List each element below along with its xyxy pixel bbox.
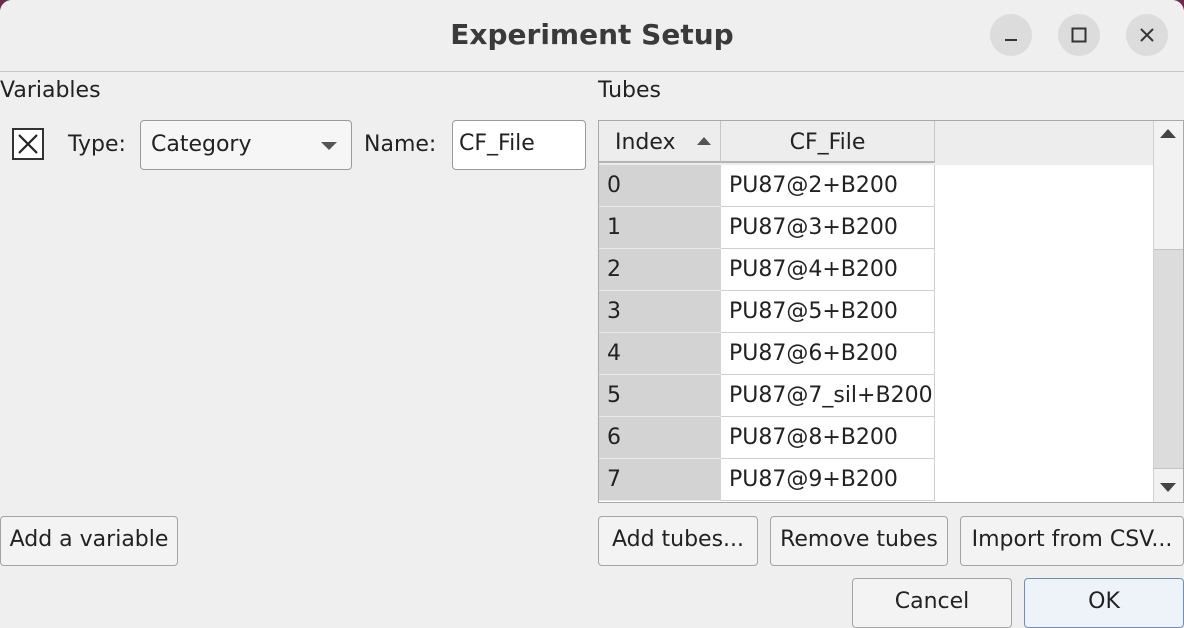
remove-variable-button[interactable]: [12, 128, 44, 160]
cf-file-cell[interactable]: PU87@7_sil+B200: [721, 375, 935, 417]
vertical-scrollbar[interactable]: [1153, 121, 1183, 502]
name-input[interactable]: CF_File: [452, 120, 586, 170]
index-cell: 6: [599, 417, 721, 459]
index-cell: 2: [599, 249, 721, 291]
close-icon: [1140, 28, 1154, 42]
maximize-icon: [1071, 27, 1087, 43]
cf-file-cell[interactable]: PU87@3+B200: [721, 207, 935, 249]
index-cell: 4: [599, 333, 721, 375]
title-bar: Experiment Setup: [0, 0, 1184, 72]
experiment-setup-dialog: Experiment Setup Variables Type: Categor…: [0, 0, 1184, 628]
add-variable-button[interactable]: Add a variable: [0, 516, 178, 566]
cf-file-cell[interactable]: PU87@9+B200: [721, 459, 935, 501]
tubes-table[interactable]: Index CF_File 0 PU87@2+B200 1 PU87@3+B20…: [598, 120, 1184, 503]
minimize-icon: [1005, 39, 1017, 41]
table-row[interactable]: 6 PU87@8+B200: [599, 417, 935, 459]
cf-file-cell[interactable]: PU87@2+B200: [721, 165, 935, 207]
cancel-button[interactable]: Cancel: [852, 578, 1012, 628]
table-row[interactable]: 3 PU87@5+B200: [599, 291, 935, 333]
index-cell: 0: [599, 165, 721, 207]
remove-tubes-button[interactable]: Remove tubes: [770, 516, 948, 566]
add-tubes-button[interactable]: Add tubes...: [598, 516, 758, 566]
scroll-up-icon[interactable]: [1160, 129, 1176, 138]
index-cell: 3: [599, 291, 721, 333]
scrollbar-thumb[interactable]: [1154, 249, 1183, 469]
table-row[interactable]: 1 PU87@3+B200: [599, 207, 935, 249]
scroll-down-icon[interactable]: [1160, 483, 1176, 492]
index-cell: 5: [599, 375, 721, 417]
ok-button[interactable]: OK: [1024, 578, 1184, 628]
table-row[interactable]: 4 PU87@6+B200: [599, 333, 935, 375]
minimize-button[interactable]: [990, 14, 1032, 56]
maximize-button[interactable]: [1058, 14, 1100, 56]
cf-file-cell[interactable]: PU87@5+B200: [721, 291, 935, 333]
column-header-index[interactable]: Index: [599, 121, 721, 163]
column-header-label: Index: [615, 130, 676, 155]
type-label: Type:: [68, 132, 126, 157]
import-csv-button[interactable]: Import from CSV...: [960, 516, 1184, 566]
sort-ascending-icon: [697, 137, 711, 145]
close-button[interactable]: [1126, 14, 1168, 56]
cf-file-cell[interactable]: PU87@6+B200: [721, 333, 935, 375]
type-dropdown-value: Category: [151, 132, 252, 157]
cf-file-cell[interactable]: PU87@4+B200: [721, 249, 935, 291]
cf-file-cell[interactable]: PU87@8+B200: [721, 417, 935, 459]
table-row[interactable]: 2 PU87@4+B200: [599, 249, 935, 291]
table-row[interactable]: 0 PU87@2+B200: [599, 165, 935, 207]
column-header-cf-file[interactable]: CF_File: [721, 121, 935, 163]
index-cell: 7: [599, 459, 721, 501]
column-header-label: CF_File: [789, 130, 866, 155]
tubes-label: Tubes: [598, 78, 662, 103]
close-x-icon: [18, 134, 38, 154]
variables-label: Variables: [0, 78, 101, 103]
table-row[interactable]: 5 PU87@7_sil+B200: [599, 375, 935, 417]
index-cell: 1: [599, 207, 721, 249]
name-label: Name:: [364, 132, 437, 157]
type-dropdown[interactable]: Category: [140, 120, 352, 170]
chevron-down-icon: [321, 142, 337, 150]
table-row[interactable]: 7 PU87@9+B200: [599, 459, 935, 501]
